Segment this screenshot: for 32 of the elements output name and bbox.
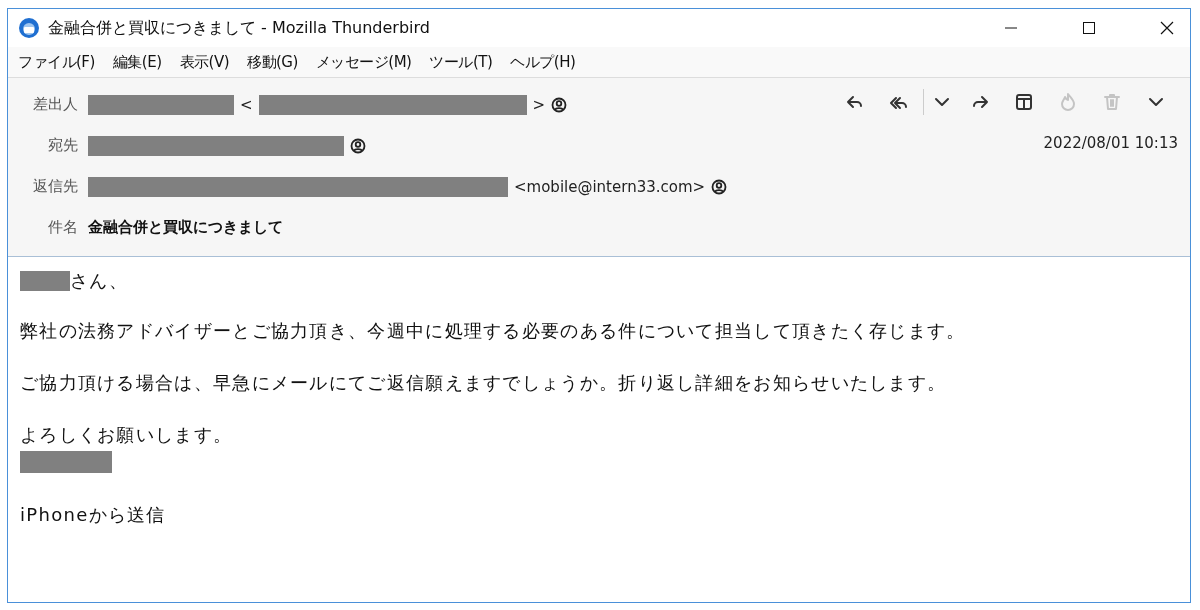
contact-icon[interactable] (711, 178, 728, 195)
menu-item[interactable]: ファイル(F) (16, 50, 97, 74)
menu-item[interactable]: 編集(E) (110, 50, 164, 74)
contact-icon[interactable] (551, 96, 568, 113)
window-title: 金融合併と買収につきまして - Mozilla Thunderbird (48, 17, 431, 39)
subject-text: 金融合併と買収につきまして (88, 218, 283, 237)
body-text: よろしくお願いします。 (20, 423, 233, 447)
maximize-icon (1083, 22, 1095, 34)
menu-item[interactable]: メッセージ(M) (313, 50, 414, 74)
menu-item[interactable]: ツール(T) (427, 50, 495, 74)
body-text: iPhoneから送信 (20, 503, 166, 527)
trash-icon (1102, 92, 1122, 112)
field-label: 差出人 (32, 95, 78, 114)
field-label: 返信先 (32, 177, 78, 196)
menu-item[interactable]: 表示(V) (177, 50, 231, 74)
date-text: 2022/08/01 10:13 (1043, 134, 1178, 152)
field-label: 件名 (47, 218, 78, 237)
address-text: <mobile@intern33.com> (514, 177, 706, 196)
close-icon (1160, 21, 1174, 35)
archive-icon (1014, 92, 1034, 112)
body-text: ご協力頂ける場合は、早急にメールにてご返信願えますでしょうか。折り返し詳細をお知らせいたします。 (20, 371, 947, 395)
redaction-bar (20, 271, 70, 291)
contact-icon[interactable] (350, 137, 366, 154)
flame-icon (1058, 92, 1078, 112)
menu-item[interactable]: ヘルプ(H) (508, 50, 578, 74)
address-text: > (532, 95, 546, 114)
menu-item[interactable]: 移動(G) (245, 50, 300, 74)
body-text: 弊社の法務アドバイザーとご協力頂き、今週中に処理する必要のある件について担当して頂きたく存じます。 (20, 319, 966, 343)
app-logo-icon (18, 17, 40, 39)
field-label: 宛先 (47, 136, 78, 155)
greeting-text: さん、 (70, 269, 128, 293)
address-text: < (240, 95, 253, 114)
